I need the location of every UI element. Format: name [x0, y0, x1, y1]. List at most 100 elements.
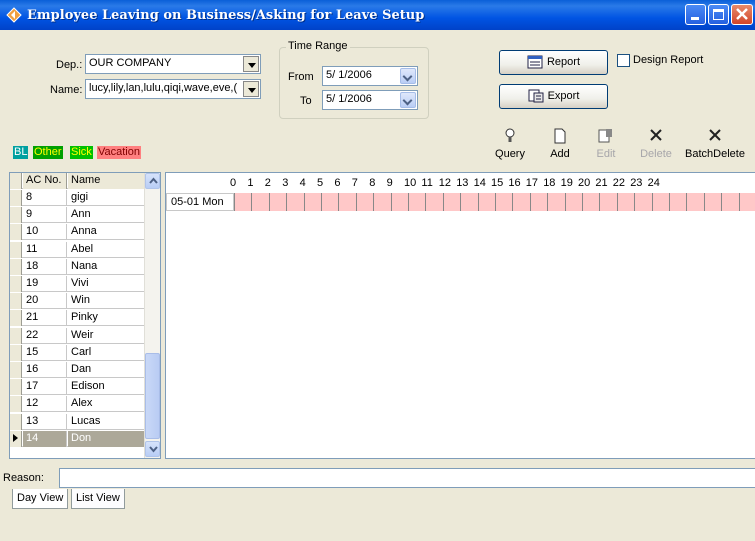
table-row[interactable]: 17 Edison [10, 379, 146, 396]
hour-cell[interactable] [512, 193, 529, 211]
cell-name[interactable]: Carl [68, 345, 146, 361]
hour-cell[interactable] [686, 193, 703, 211]
row-selector[interactable] [10, 362, 22, 378]
delete-button[interactable]: Delete [633, 128, 679, 168]
tab-list-view[interactable]: List View [71, 489, 125, 509]
table-row[interactable]: 10 Anna [10, 224, 146, 241]
cell-ac-no[interactable]: 8 [23, 190, 67, 206]
cell-ac-no[interactable]: 20 [23, 293, 67, 310]
hour-cell[interactable] [355, 193, 373, 211]
table-row[interactable]: 13 Lucas [10, 413, 146, 430]
chevron-down-icon[interactable] [400, 68, 416, 84]
hour-cell[interactable] [616, 193, 634, 211]
row-selector[interactable] [10, 344, 22, 361]
batch-delete-button[interactable]: BatchDelete [675, 128, 755, 168]
table-row[interactable]: 20 Win [10, 293, 146, 310]
row-selector[interactable] [10, 379, 22, 396]
scroll-up-button[interactable] [145, 173, 160, 189]
cell-ac-no[interactable]: 22 [23, 327, 67, 344]
cell-name[interactable]: Weir [68, 328, 146, 344]
hour-cell[interactable] [408, 193, 425, 211]
col-header-name[interactable]: Name [68, 173, 146, 189]
dep-select[interactable]: OUR COMPANY [85, 54, 261, 74]
cell-name[interactable]: Ann [68, 207, 146, 223]
row-selector[interactable] [10, 241, 22, 258]
add-button[interactable]: Add [537, 128, 583, 168]
hour-cell[interactable] [477, 193, 495, 211]
cell-ac-no[interactable]: 15 [23, 344, 67, 361]
reason-input[interactable] [59, 468, 755, 488]
hour-cell[interactable] [268, 193, 286, 211]
row-selector[interactable] [10, 396, 22, 413]
edit-button[interactable]: Edit [583, 128, 629, 168]
cell-ac-no[interactable]: 11 [23, 241, 67, 258]
cell-ac-no[interactable]: 17 [23, 379, 67, 396]
cell-ac-no[interactable]: 9 [23, 207, 67, 224]
vertical-scrollbar[interactable] [144, 173, 160, 458]
table-row[interactable]: 19 Vivi [10, 276, 146, 292]
from-date-picker[interactable]: 5/ 1/2006 [322, 66, 418, 86]
hour-cell[interactable] [425, 193, 442, 211]
cell-ac-no[interactable]: 10 [23, 224, 67, 241]
hour-cell[interactable] [338, 193, 355, 211]
cell-name[interactable]: Alex [68, 396, 146, 412]
hour-cell[interactable] [582, 193, 599, 211]
cell-ac-no[interactable]: 12 [23, 396, 67, 413]
query-button[interactable]: Query [487, 128, 533, 168]
chevron-down-icon[interactable] [243, 81, 259, 97]
hour-cell[interactable] [460, 193, 477, 211]
scroll-down-button[interactable] [145, 441, 160, 457]
table-row[interactable]: 22 Weir [10, 327, 146, 344]
hour-cell[interactable] [599, 193, 616, 211]
title-bar[interactable]: Employee Leaving on Business/Asking for … [0, 0, 755, 30]
table-row[interactable]: 12 Alex [10, 396, 146, 413]
hour-cell[interactable] [634, 193, 651, 211]
cell-name[interactable]: Don [68, 430, 146, 447]
hour-cell[interactable] [251, 193, 268, 211]
cell-ac-no[interactable]: 19 [23, 276, 67, 292]
cell-ac-no[interactable]: 14 [23, 430, 67, 447]
export-button[interactable]: Export [499, 84, 608, 109]
tab-day-view[interactable]: Day View [12, 489, 69, 509]
row-selector[interactable] [10, 327, 22, 344]
table-row[interactable]: 11 Abel [10, 241, 146, 258]
cell-name[interactable]: Lucas [68, 414, 146, 430]
cell-ac-no[interactable]: 18 [23, 258, 67, 275]
hour-cell[interactable] [547, 193, 564, 211]
scrollbar-thumb[interactable] [145, 353, 160, 439]
table-row[interactable]: 16 Dan [10, 362, 146, 378]
schedule-grid[interactable]: 0 1 2 3 4 5 6 7 8 9 10 11 12 13 14 15 16 17 18 19 20 21 22 23 24… [165, 172, 755, 459]
row-selector[interactable] [10, 190, 22, 206]
table-row[interactable]: 18 Nana [10, 258, 146, 275]
chevron-down-icon[interactable] [400, 92, 416, 108]
row-selector[interactable] [10, 258, 22, 275]
cell-name[interactable]: Edison [68, 379, 146, 395]
hour-cell[interactable] [529, 193, 547, 211]
cell-name[interactable]: Win [68, 293, 146, 309]
cell-name[interactable]: Anna [68, 224, 146, 240]
row-selector[interactable] [10, 207, 22, 224]
design-report-checkbox[interactable] [617, 54, 630, 67]
hour-cell[interactable] [286, 193, 303, 211]
report-button[interactable]: Report [499, 50, 608, 75]
hour-cell[interactable] [390, 193, 408, 211]
table-row[interactable]: 8 gigi [10, 190, 146, 206]
minimize-button[interactable] [685, 4, 706, 25]
table-row[interactable]: 15 Carl [10, 344, 146, 361]
hour-cell[interactable] [721, 193, 738, 211]
cell-name[interactable]: Abel [68, 242, 146, 258]
hour-cell[interactable] [373, 193, 390, 211]
cell-name[interactable]: Vivi [68, 276, 146, 292]
cell-name[interactable]: Pinky [68, 310, 146, 326]
cell-name[interactable]: Dan [68, 362, 146, 378]
hour-cell[interactable] [495, 193, 512, 211]
hour-cell[interactable] [303, 193, 321, 211]
hour-cell[interactable] [738, 193, 755, 211]
hour-cell[interactable] [234, 193, 251, 211]
to-date-picker[interactable]: 5/ 1/2006 [322, 90, 418, 110]
employee-table[interactable]: AC No. Name 8 gigi 9 Ann 10 Anna 11 Abel 18 Nana 1… [9, 172, 161, 459]
row-selector[interactable] [10, 430, 22, 447]
cell-ac-no[interactable]: 13 [23, 413, 67, 430]
cell-ac-no[interactable]: 21 [23, 310, 67, 327]
row-selector[interactable] [10, 293, 22, 310]
